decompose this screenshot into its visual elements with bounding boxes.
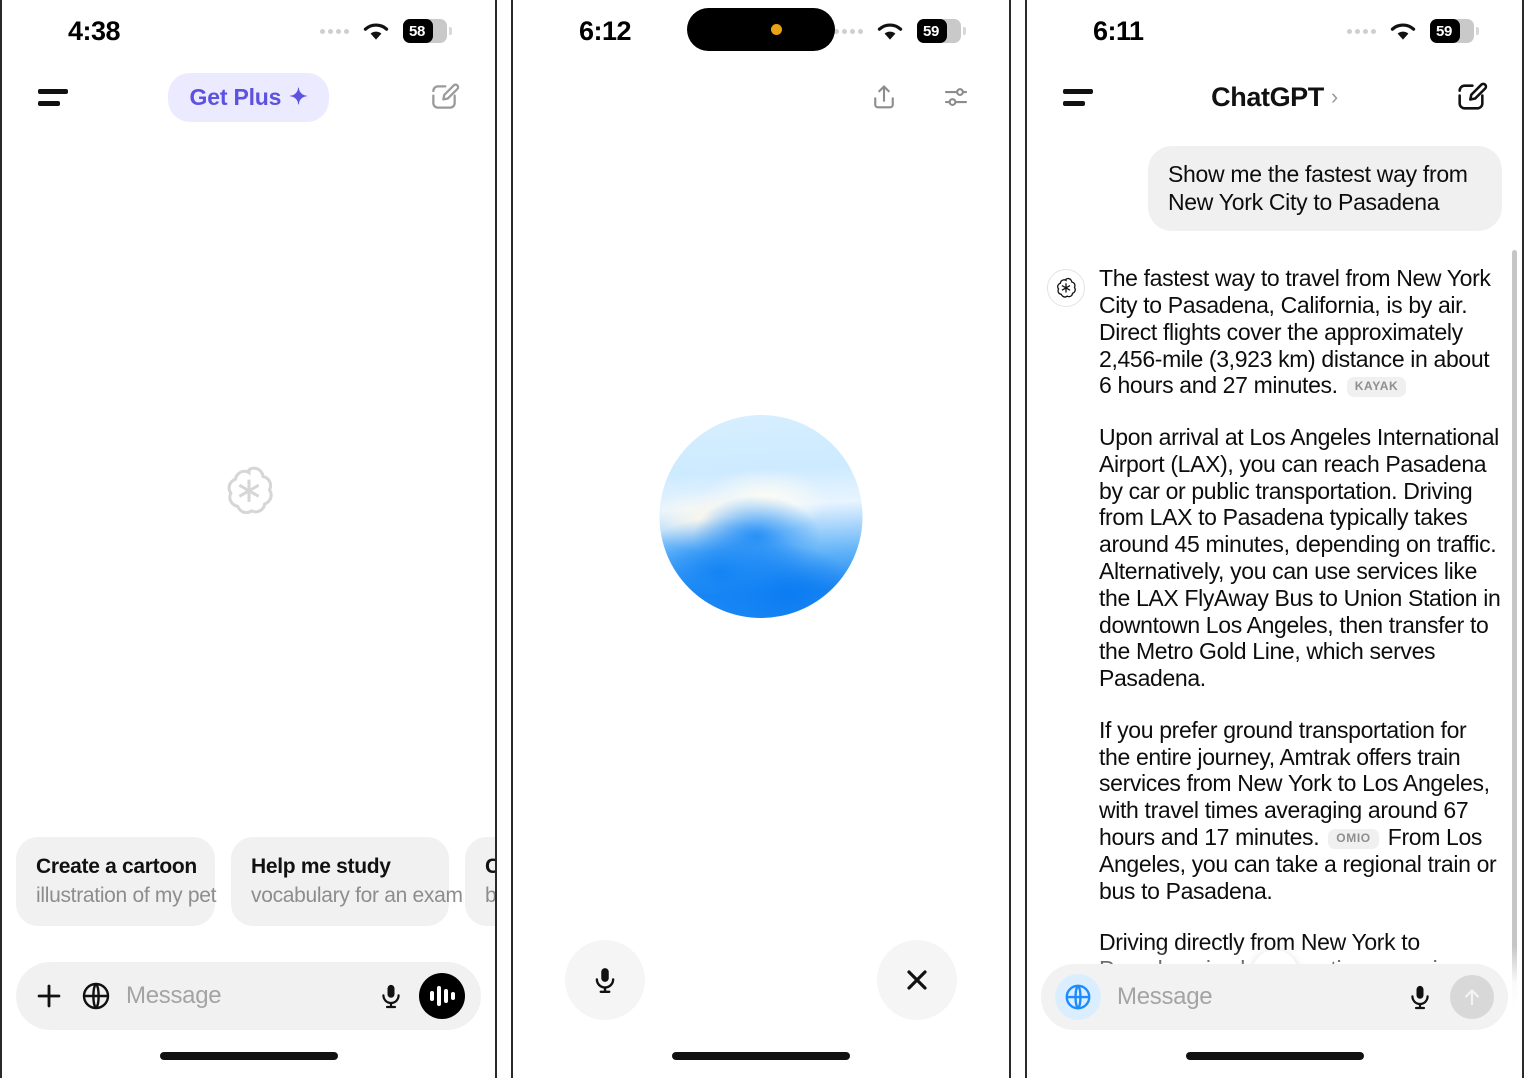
wifi-icon: [877, 22, 903, 40]
microphone-icon[interactable]: [377, 980, 405, 1012]
signal-dots-icon: [320, 28, 349, 34]
prompt-card[interactable]: Help me study vocabulary for an exam: [231, 837, 463, 926]
dynamic-island: [687, 8, 835, 51]
status-bar-home: 4:38 58: [2, 0, 495, 62]
prompt-card-subtitle: vocabulary for an exam: [251, 884, 463, 907]
message-input-placeholder[interactable]: Message: [126, 982, 363, 1010]
get-plus-button[interactable]: Get Plus ✦: [167, 72, 330, 122]
prompt-card-subtitle: ba: [485, 884, 495, 908]
status-indicators: 59: [1347, 19, 1479, 43]
battery-percent: 59: [1436, 22, 1453, 40]
globe-icon[interactable]: [80, 980, 112, 1012]
sliders-settings-icon[interactable]: [933, 74, 979, 120]
message-input-placeholder[interactable]: Message: [1117, 983, 1390, 1011]
assistant-paragraph: The fastest way to travel from New York …: [1099, 265, 1502, 399]
prompt-card-title: Help me study: [251, 855, 391, 878]
panel-gap: [1011, 0, 1025, 1078]
home-indicator: [1185, 1052, 1364, 1060]
home-body: Create a cartoon illustration of my pet …: [2, 132, 495, 1078]
close-voice-button[interactable]: [877, 940, 957, 1020]
phone-panel-chat: 6:11 59 ChatGPT › Show me the fastest wa…: [1025, 0, 1524, 1078]
citation-chip[interactable]: KAYAK: [1346, 377, 1407, 398]
prompt-card-subtitle: illustration of my pet: [36, 884, 217, 907]
battery-percent: 59: [923, 22, 940, 40]
compose-icon[interactable]: [1448, 74, 1494, 120]
panel-gap: [497, 0, 511, 1078]
status-indicators: 58: [320, 19, 452, 43]
prompt-card[interactable]: Cr ba: [465, 837, 495, 926]
chat-title-button[interactable]: ChatGPT ›: [1211, 82, 1338, 113]
voice-assistant-orb: [659, 415, 863, 618]
status-bar-voice: 6:12 59: [513, 0, 1009, 62]
wifi-icon: [363, 22, 389, 40]
nav-bar-home: Get Plus ✦: [2, 62, 495, 132]
nav-right-home: [421, 74, 467, 120]
share-export-icon[interactable]: [861, 74, 907, 120]
status-indicators: 59: [834, 19, 966, 43]
get-plus-label: Get Plus: [189, 83, 282, 110]
message-composer-chat[interactable]: Message: [1041, 964, 1508, 1030]
status-bar-chat: 6:11 59: [1027, 0, 1522, 62]
battery-indicator: 58: [403, 19, 452, 43]
openai-logo-icon: [220, 462, 278, 525]
wifi-icon: [1390, 22, 1416, 40]
globe-icon-active[interactable]: [1055, 974, 1101, 1020]
nav-right-chat: [1448, 74, 1494, 120]
battery-indicator: 59: [1430, 19, 1479, 43]
signal-dots-icon: [834, 28, 863, 34]
assistant-paragraph: Upon arrival at Los Angeles Internationa…: [1099, 424, 1502, 692]
nav-bar-voice: [513, 62, 1009, 132]
prompt-card-title: Create a cartoon: [36, 855, 197, 878]
scrollbar[interactable]: [1512, 250, 1517, 1050]
paragraph-text: Upon arrival at Los Angeles Internationa…: [1099, 424, 1501, 692]
phone-panel-voice: 6:12 59: [511, 0, 1011, 1078]
prompt-suggestions-row[interactable]: Create a cartoon illustration of my pet …: [16, 837, 495, 926]
status-time: 4:38: [68, 15, 121, 46]
chevron-right-icon: ›: [1330, 84, 1338, 109]
nav-bar-chat: ChatGPT ›: [1027, 62, 1522, 132]
voice-waveform-icon[interactable]: [419, 973, 465, 1019]
signal-dots-icon: [1347, 28, 1376, 34]
message-list: Show me the fastest way from New York Ci…: [1027, 132, 1522, 1062]
assistant-text: The fastest way to travel from New York …: [1099, 265, 1502, 1061]
battery-indicator: 59: [917, 19, 966, 43]
voice-controls: [565, 940, 957, 1020]
hamburger-menu-icon[interactable]: [1055, 74, 1101, 120]
prompt-card-title: Cr: [485, 855, 495, 879]
chat-body[interactable]: Show me the fastest way from New York Ci…: [1027, 132, 1522, 1078]
assistant-paragraph: If you prefer ground transportation for …: [1099, 717, 1502, 904]
arrow-up-send-icon: [1464, 989, 1480, 1006]
compose-icon[interactable]: [421, 74, 467, 120]
battery-percent: 58: [409, 22, 426, 40]
prompt-card[interactable]: Create a cartoon illustration of my pet: [16, 837, 217, 926]
home-indicator: [159, 1052, 338, 1060]
status-time: 6:12: [579, 15, 632, 46]
hamburger-menu-icon[interactable]: [30, 74, 76, 120]
status-time: 6:11: [1093, 15, 1144, 46]
message-composer-home[interactable]: Message: [16, 962, 481, 1030]
voice-body: [513, 132, 1009, 1078]
phone-panel-home: 4:38 58 Get Plus ✦ Create a cartoon illu…: [0, 0, 497, 1078]
microphone-icon[interactable]: [1406, 981, 1434, 1013]
user-message-bubble: Show me the fastest way from New York Ci…: [1148, 146, 1502, 232]
assistant-message: The fastest way to travel from New York …: [1047, 265, 1502, 1061]
openai-logo-icon: [1047, 269, 1085, 308]
close-x-icon: [907, 970, 927, 990]
send-button[interactable]: [1450, 975, 1494, 1019]
microphone-icon: [595, 968, 615, 993]
paragraph-text: The fastest way to travel from New York …: [1099, 265, 1491, 399]
mute-microphone-button[interactable]: [565, 940, 645, 1020]
home-indicator: [672, 1052, 850, 1060]
plus-icon[interactable]: [32, 979, 66, 1013]
citation-chip[interactable]: OMIO: [1328, 829, 1379, 849]
page-title: ChatGPT: [1211, 81, 1324, 112]
sparkle-icon: ✦: [289, 84, 308, 109]
screenshot-stage: 4:38 58 Get Plus ✦ Create a cartoon illu…: [0, 0, 1524, 1078]
